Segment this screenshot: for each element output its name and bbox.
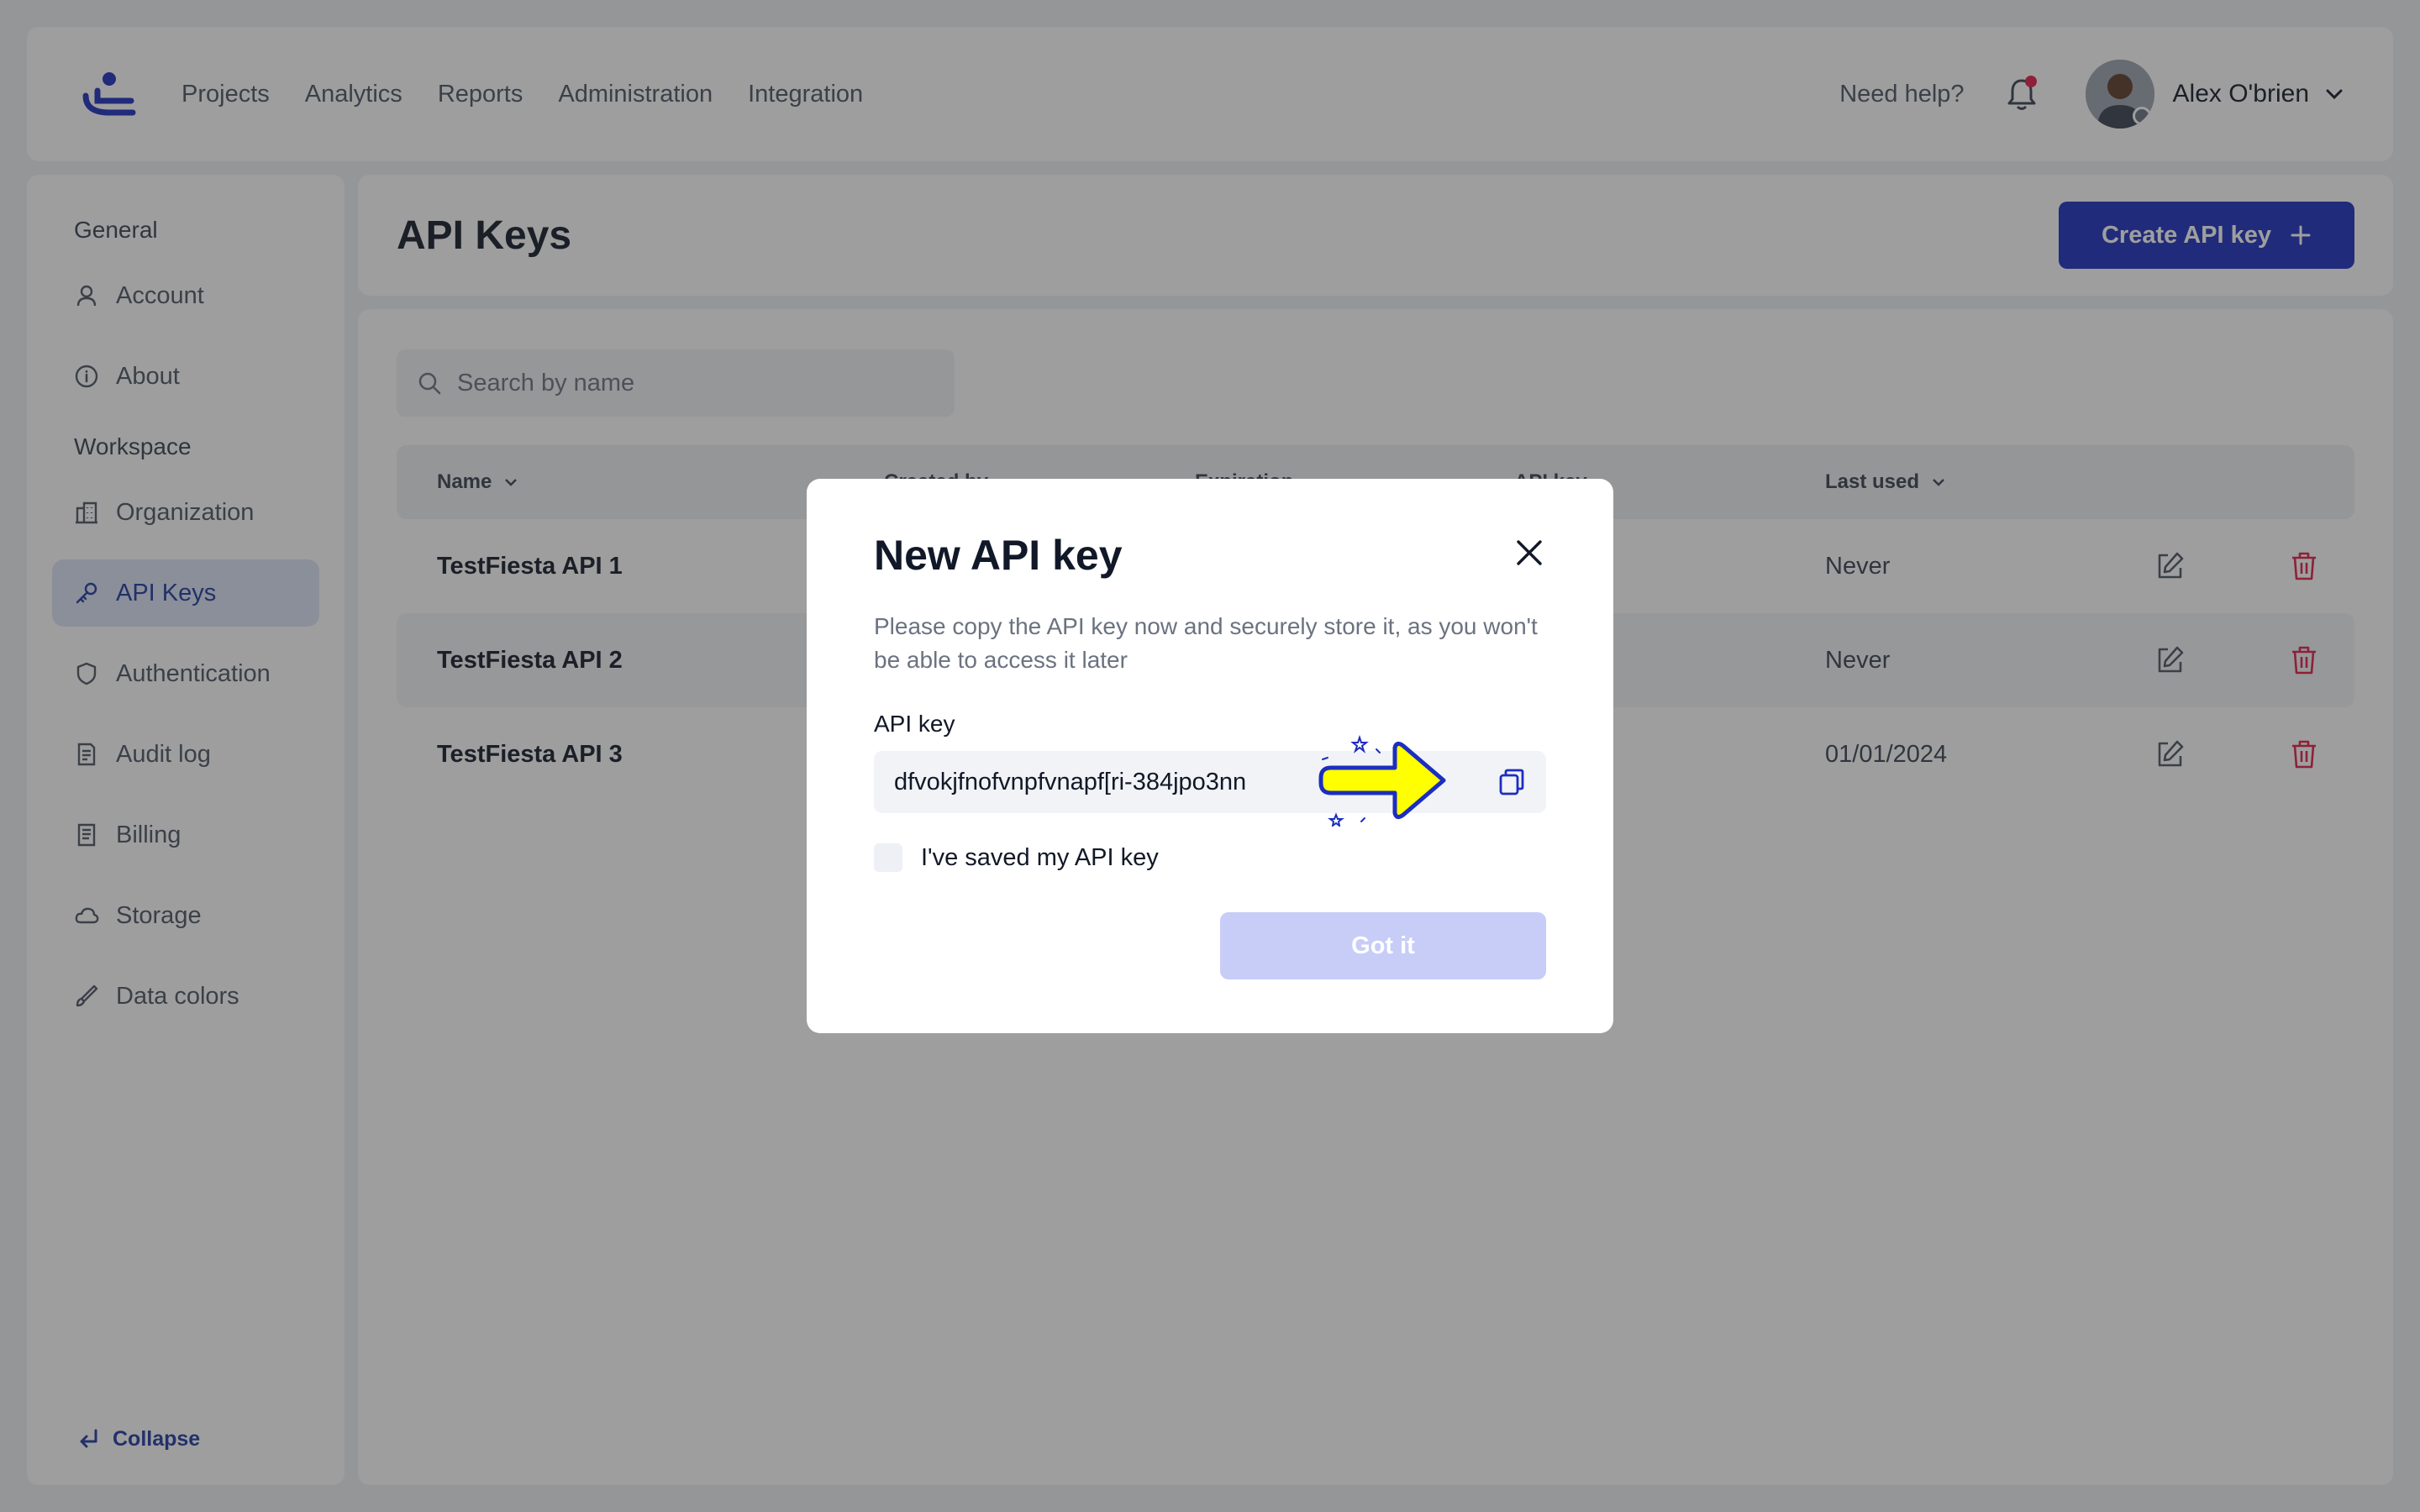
dialog-title: New API key [874,532,1123,579]
close-icon[interactable] [1514,538,1544,568]
saved-confirmation-row: I've saved my API key [874,843,1546,872]
api-key-field [874,734,1546,827]
highlight-arrow-icon [1318,734,1446,827]
new-api-key-dialog: New API key Please copy the API key now … [807,479,1613,1033]
copy-icon[interactable] [1496,766,1528,798]
saved-key-checkbox-label[interactable]: I've saved my API key [921,844,1159,872]
got-it-button[interactable]: Got it [1220,912,1546,979]
dialog-description: Please copy the API key now and securely… [874,613,1538,673]
api-key-input[interactable] [894,768,1365,796]
saved-key-checkbox[interactable] [874,843,902,872]
